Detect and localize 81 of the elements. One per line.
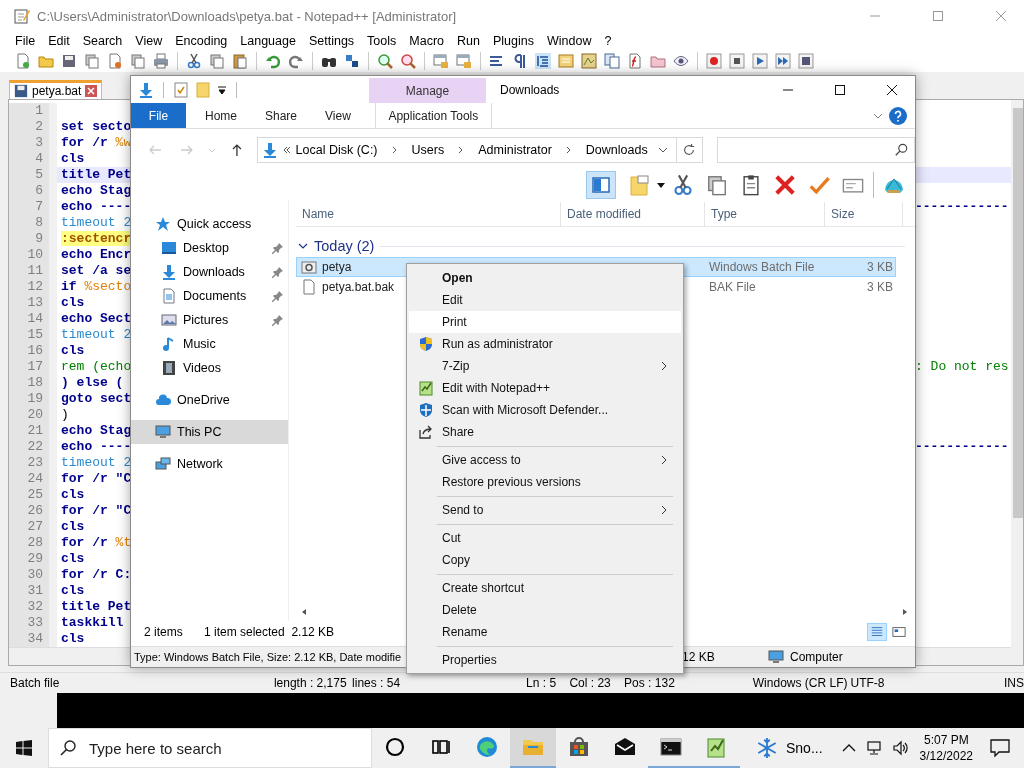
code-text: : Do not res: [915, 359, 1009, 375]
line-number: 9: [9, 231, 57, 248]
line-number: 15: [9, 327, 57, 344]
code-text: ) else (: [61, 375, 124, 391]
status-text: length : 2,175: [273, 676, 348, 691]
code-text: for /r "C: [61, 503, 132, 519]
code-text: timeout 2: [61, 327, 132, 343]
code-text: cls: [61, 487, 85, 503]
code-text: cls: [61, 519, 85, 535]
code-text: set /a se: [61, 263, 132, 279]
code-text: cls: [61, 295, 85, 311]
line-number: 10: [9, 247, 57, 264]
status-text: UTF-8: [850, 676, 886, 691]
line-number: 7: [9, 199, 57, 216]
code-text: ): [61, 407, 69, 423]
code-text: ------------: [915, 439, 1009, 455]
code-text: goto sect: [61, 391, 132, 407]
details-text: Computer: [790, 650, 843, 664]
contextual-tab-header: Manage: [369, 78, 486, 103]
line-number: 33: [9, 615, 57, 632]
line-number: 11: [9, 263, 57, 280]
line-number: 13: [9, 295, 57, 312]
code-text: cls: [61, 343, 85, 359]
line-number: 12: [9, 279, 57, 296]
line-number: 27: [9, 519, 57, 536]
code-text: ------------: [915, 199, 1009, 215]
line-number: 14: [9, 311, 57, 328]
code-text: echo ----: [61, 439, 132, 455]
line-number: 24: [9, 471, 57, 488]
line-number: 21: [9, 423, 57, 440]
code-text: cls: [61, 151, 85, 167]
code-text: cls: [61, 583, 85, 599]
line-number: 29: [9, 551, 57, 568]
code-text: echo Encr: [61, 247, 132, 263]
window-title: C:\Users\Administrator\Downloads\petya.bat - Notepad++ [Administrator]: [37, 8, 457, 24]
status-text: 1 item selected 2.12 KB: [204, 625, 335, 639]
line-number: 4: [9, 151, 57, 168]
code-text: title Pet: [61, 599, 132, 615]
status-text: lines : 54: [352, 676, 402, 691]
line-number: 31: [9, 583, 57, 600]
window-title: Downloads: [500, 82, 560, 97]
code-text: for /r %t: [61, 535, 132, 551]
code-text: timeout 2: [61, 455, 132, 471]
code-text: if %secto: [61, 279, 132, 295]
code-text: title Pet: [61, 167, 132, 183]
status-text: 2 items: [144, 625, 184, 639]
code-text: rem (echo: [61, 359, 132, 375]
status-text: Ln : 5 Col : 23 Pos : 132: [526, 676, 676, 691]
code-text: taskkill: [61, 615, 124, 631]
status-text: INS: [1004, 676, 1024, 691]
line-number: 32: [9, 599, 57, 616]
code-text: timeout 2: [61, 215, 132, 231]
code-text: for /r "C: [61, 471, 132, 487]
code-text: for /r C:: [61, 567, 132, 583]
details-text: Type: Windows Batch File, Size: 2.12 KB, Date modifie: [134, 651, 402, 663]
line-number: 23: [9, 455, 57, 472]
line-number: 2: [9, 119, 57, 136]
line-number: 34: [9, 631, 57, 648]
line-number: 8: [9, 215, 57, 232]
status-text: Batch file: [10, 676, 61, 691]
line-number: 6: [9, 183, 57, 200]
line-number: 5: [9, 167, 57, 184]
line-number: 25: [9, 487, 57, 504]
line-number: 30: [9, 567, 57, 584]
code-text: set secto: [61, 119, 132, 135]
code-text: echo Sect: [61, 311, 132, 327]
line-number: 20: [9, 407, 57, 424]
code-text: cls: [61, 631, 85, 647]
line-number: 16: [9, 343, 57, 360]
line-number: 22: [9, 439, 57, 456]
line-number: 17: [9, 359, 57, 376]
code-text: :sectencr: [61, 231, 132, 247]
status-text: Windows (CR LF): [752, 676, 849, 691]
line-number: 28: [9, 535, 57, 552]
code-text: echo ----: [61, 199, 132, 215]
line-number: 18: [9, 375, 57, 392]
code-text: cls: [61, 551, 85, 567]
line-number: 3: [9, 135, 57, 152]
line-number: 1: [9, 103, 57, 120]
line-number: 19: [9, 391, 57, 408]
line-number: 26: [9, 503, 57, 520]
